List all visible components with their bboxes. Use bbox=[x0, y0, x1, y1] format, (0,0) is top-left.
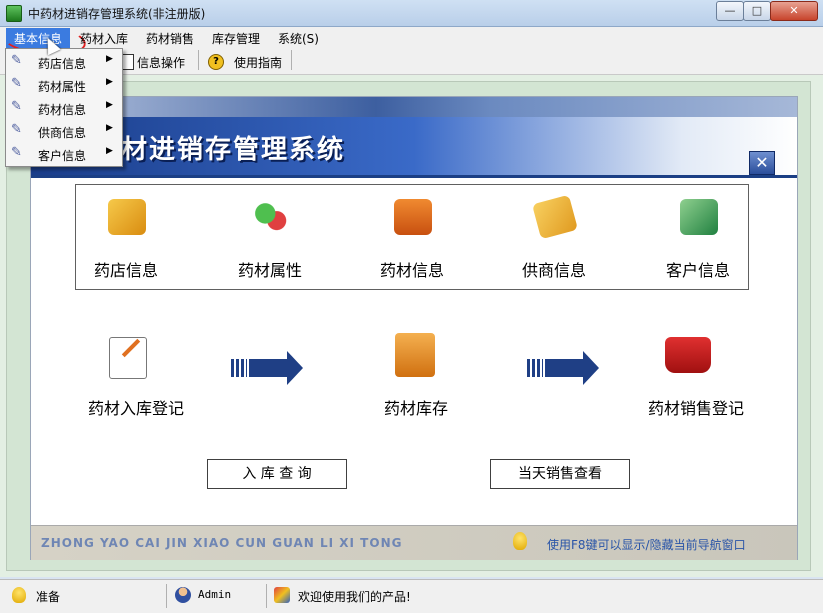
toolbar-separator bbox=[291, 50, 292, 70]
status-separator bbox=[266, 584, 267, 608]
dropdown-item-customer[interactable]: ✎ 客户信息 ▶ bbox=[6, 142, 122, 165]
menu-stock-in[interactable]: 药材入库 bbox=[80, 30, 128, 47]
flow-arrow-icon bbox=[527, 351, 599, 385]
lightbulb-icon bbox=[513, 532, 527, 550]
close-button[interactable]: ✕ bbox=[770, 1, 818, 21]
lightbulb-icon bbox=[12, 587, 26, 603]
menu-inventory[interactable]: 库存管理 bbox=[212, 30, 260, 47]
stock-boxes-icon[interactable] bbox=[395, 333, 435, 377]
wrench-icon: ✎ bbox=[11, 145, 22, 160]
user-guide-button[interactable]: 使用指南 bbox=[234, 54, 282, 71]
supplier-info-label: 供商信息 bbox=[521, 261, 586, 280]
herb-property-item[interactable]: 药材属性 bbox=[220, 185, 320, 289]
dropdown-label: 供商信息 bbox=[38, 126, 87, 140]
dropdown-item-herb-info[interactable]: ✎ 药材信息 ▶ bbox=[6, 96, 122, 119]
wrench-icon: ✎ bbox=[11, 99, 22, 114]
navigation-panel: 材进销存管理系统 ✕ 药店信息 药材属性 药材信息 供商信息 客户信息 药材入库… bbox=[30, 96, 798, 560]
stock-in-label[interactable]: 药材入库登记 bbox=[71, 395, 201, 419]
status-separator bbox=[166, 584, 167, 608]
herb-info-label: 药材信息 bbox=[379, 261, 444, 280]
dropdown-item-supplier[interactable]: ✎ 供商信息 ▶ bbox=[6, 119, 122, 142]
supplier-info-icon bbox=[531, 194, 579, 240]
maximize-button[interactable]: □ bbox=[743, 1, 771, 21]
pharmacy-info-icon bbox=[108, 199, 146, 235]
pharmacy-info-item[interactable]: 药店信息 bbox=[76, 185, 176, 289]
footer-hint: 使用F8键可以显示/隐藏当前导航窗口 bbox=[547, 538, 746, 552]
status-bar: 准备 Admin 欢迎使用我们的产品! bbox=[0, 579, 823, 613]
help-icon: ? bbox=[208, 54, 224, 70]
dropdown-label: 药材属性 bbox=[38, 80, 87, 94]
wrench-icon: ✎ bbox=[11, 76, 22, 91]
title-bar: 中药材进销存管理系统(非注册版) — □ ✕ bbox=[0, 0, 823, 27]
submenu-arrow-icon: ▶ bbox=[106, 146, 113, 156]
panel-close-button[interactable]: ✕ bbox=[749, 151, 775, 175]
app-icon bbox=[6, 5, 22, 22]
minimize-button[interactable]: — bbox=[716, 1, 744, 21]
dropdown-label: 药店信息 bbox=[38, 57, 87, 71]
info-box: 药店信息 药材属性 药材信息 供商信息 客户信息 bbox=[75, 184, 749, 290]
info-ops-button[interactable]: 信息操作 bbox=[137, 54, 185, 71]
herb-info-icon bbox=[394, 199, 432, 235]
menu-system[interactable]: 系统(S) bbox=[278, 30, 319, 47]
pharmacy-info-label: 药店信息 bbox=[93, 261, 158, 280]
herb-info-item[interactable]: 药材信息 bbox=[362, 185, 462, 289]
flow-arrow-icon bbox=[231, 351, 303, 385]
herb-property-icon bbox=[252, 199, 290, 235]
product-icon bbox=[274, 587, 290, 603]
wrench-icon: ✎ bbox=[11, 122, 22, 137]
dropdown-label: 客户信息 bbox=[38, 149, 87, 163]
customer-info-icon bbox=[680, 199, 718, 235]
panel-footer: ZHONG YAO CAI JIN XIAO CUN GUAN LI XI TO… bbox=[31, 525, 797, 560]
panel-header: 材进销存管理系统 ✕ bbox=[31, 117, 797, 178]
delivery-truck-icon[interactable] bbox=[665, 337, 711, 373]
footer-pinyin: ZHONG YAO CAI JIN XIAO CUN GUAN LI XI TO… bbox=[41, 536, 403, 550]
panel-title: 材进销存管理系统 bbox=[121, 135, 346, 165]
dropdown-label: 药材信息 bbox=[38, 103, 87, 117]
sale-label[interactable]: 药材销售登记 bbox=[631, 395, 761, 419]
submenu-arrow-icon: ▶ bbox=[106, 123, 113, 133]
status-user: Admin bbox=[198, 588, 232, 601]
stock-in-icon[interactable] bbox=[109, 337, 147, 379]
submenu-arrow-icon: ▶ bbox=[106, 54, 113, 64]
window-title: 中药材进销存管理系统(非注册版) bbox=[28, 7, 206, 21]
toolbar-separator bbox=[198, 50, 199, 70]
toolbar: 信息操作 ? 使用指南 bbox=[0, 48, 823, 75]
dropdown-item-pharmacy[interactable]: ✎ 药店信息 ▶ bbox=[6, 50, 122, 73]
today-sales-button[interactable]: 当天销售查看 bbox=[490, 459, 630, 489]
customer-info-item[interactable]: 客户信息 bbox=[648, 185, 748, 289]
herb-property-label: 药材属性 bbox=[237, 261, 302, 280]
submenu-arrow-icon: ▶ bbox=[106, 100, 113, 110]
submenu-arrow-icon: ▶ bbox=[106, 77, 113, 87]
customer-info-label: 客户信息 bbox=[665, 261, 730, 280]
supplier-info-item[interactable]: 供商信息 bbox=[504, 185, 604, 289]
status-welcome: 欢迎使用我们的产品! bbox=[298, 590, 411, 604]
panel-top-stripe bbox=[31, 97, 797, 117]
stock-label[interactable]: 药材库存 bbox=[366, 395, 466, 419]
dropdown-item-herb-property[interactable]: ✎ 药材属性 ▶ bbox=[6, 73, 122, 96]
menu-sales[interactable]: 药材销售 bbox=[146, 30, 194, 47]
wrench-icon: ✎ bbox=[11, 53, 22, 68]
user-icon bbox=[175, 587, 191, 603]
menu-bar: 基本信息 药材入库 药材销售 库存管理 系统(S) bbox=[0, 20, 823, 60]
basic-info-dropdown: ✎ 药店信息 ▶ ✎ 药材属性 ▶ ✎ 药材信息 ▶ ✎ 供商信息 ▶ ✎ 客户… bbox=[5, 48, 123, 167]
stock-in-query-button[interactable]: 入 库 查 询 bbox=[207, 459, 347, 489]
status-ready: 准备 bbox=[36, 590, 61, 604]
